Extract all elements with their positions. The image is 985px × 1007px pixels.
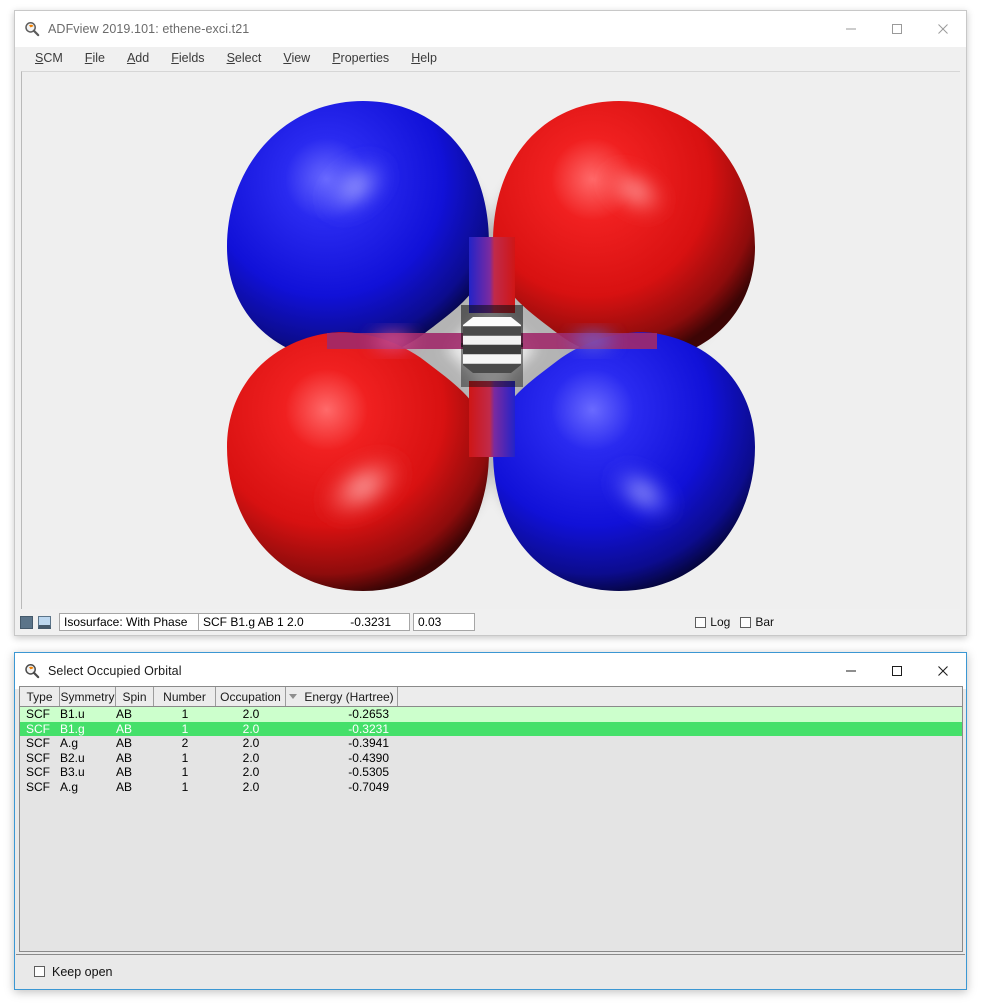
column-header-energy[interactable]: Energy (Hartree) [286, 687, 398, 706]
adfview-title: ADFview 2019.101: ethene-exci.t21 [48, 22, 250, 36]
menubar: SCM File Add Fields Select View Properti… [15, 47, 966, 69]
column-header-occupation[interactable]: Occupation [216, 687, 286, 706]
molecule-viewport[interactable] [21, 71, 960, 617]
bar-label: Bar [755, 615, 774, 629]
cell-number: 2 [181, 736, 189, 751]
cell-spin: AB [116, 750, 133, 765]
select-window-controls [828, 653, 966, 689]
keep-open-checkbox[interactable] [34, 966, 45, 977]
maximize-icon[interactable] [874, 653, 920, 689]
cell-type: SCF [26, 707, 50, 722]
table-row[interactable]: SCF A.g AB 1 2.0 -0.7049 [20, 780, 962, 795]
menu-file[interactable]: File [85, 51, 105, 65]
adfview-window: ADFview 2019.101: ethene-exci.t21 SCM Fi… [14, 10, 967, 636]
cell-occupation: 2.0 [242, 750, 260, 765]
menu-scm[interactable]: SCM [35, 51, 63, 65]
cell-occupation: 2.0 [242, 765, 260, 780]
cell-number: 1 [181, 707, 189, 722]
column-header-energy-label: Energy (Hartree) [304, 689, 394, 704]
cell-number: 1 [181, 721, 189, 736]
table-row[interactable]: SCF B1.u AB 1 2.0 -0.2653 [20, 707, 962, 722]
isovalue-input[interactable]: 0.03 [413, 613, 475, 631]
menu-help[interactable]: Help [411, 51, 437, 65]
menu-select[interactable]: Select [227, 51, 262, 65]
isosurface-field[interactable]: Isosurface: With Phase [59, 613, 199, 631]
select-occupied-orbital-window: Select Occupied Orbital Type Symmetry Sp… [14, 652, 967, 990]
cell-occupation: 2.0 [242, 721, 260, 736]
menu-properties[interactable]: Properties [332, 51, 389, 65]
adfview-titlebar[interactable]: ADFview 2019.101: ethene-exci.t21 [15, 11, 966, 47]
select-window-footer: Keep open [16, 954, 965, 988]
select-window-titlebar[interactable]: Select Occupied Orbital [15, 653, 966, 689]
table-row[interactable]: SCF B3.u AB 1 2.0 -0.5305 [20, 765, 962, 780]
cell-symmetry: A.g [60, 736, 79, 751]
column-header-type[interactable]: Type [20, 687, 60, 706]
orbital-list[interactable]: Type Symmetry Spin Number Occupation Ene… [19, 686, 963, 952]
cell-energy: -0.7049 [348, 779, 389, 794]
cell-spin: AB [116, 765, 133, 780]
cell-spin: AB [116, 721, 133, 736]
screen: ADFview 2019.101: ethene-exci.t21 SCM Fi… [0, 0, 985, 1007]
orbital-list-body: SCF B1.u AB 1 2.0 -0.2653 SCF B1.g AB 1 … [20, 707, 962, 951]
cell-type: SCF [26, 765, 50, 780]
magnifier-icon [24, 663, 40, 679]
column-header-number[interactable]: Number [154, 687, 216, 706]
cell-symmetry: B3.u [60, 765, 85, 780]
orbital-label-text: SCF B1.g AB 1 2.0 [203, 615, 304, 629]
cell-occupation: 2.0 [242, 736, 260, 751]
orbital-list-header: Type Symmetry Spin Number Occupation Ene… [20, 687, 962, 707]
column-header-spin[interactable]: Spin [116, 687, 154, 706]
menu-view[interactable]: View [283, 51, 310, 65]
cell-energy: -0.3231 [348, 721, 389, 736]
orbital-label-field[interactable]: SCF B1.g AB 1 2.0 -0.3231 [198, 613, 410, 631]
sort-descending-icon [289, 694, 298, 699]
minimize-icon[interactable] [828, 653, 874, 689]
cell-symmetry: A.g [60, 779, 79, 794]
cell-energy: -0.2653 [348, 707, 389, 722]
viewer-statusbar: Isosurface: With Phase SCF B1.g AB 1 2.0… [15, 609, 966, 635]
orbital-energy-text: -0.3231 [350, 615, 391, 629]
column-header-filler [398, 687, 962, 706]
keep-open-label: Keep open [52, 964, 113, 979]
cell-occupation: 2.0 [242, 707, 260, 722]
scene-toggle-dark-button[interactable] [20, 615, 33, 629]
menu-add[interactable]: Add [127, 51, 149, 65]
statusbar-options: Log Bar [695, 615, 966, 629]
atom-stripes [463, 316, 521, 373]
log-label: Log [710, 615, 731, 629]
cell-spin: AB [116, 736, 133, 751]
table-row[interactable]: SCF B1.g AB 1 2.0 -0.3231 [20, 721, 962, 736]
magnifier-icon [24, 21, 40, 37]
cell-spin: AB [116, 779, 133, 794]
cell-number: 1 [181, 779, 189, 794]
cell-energy: -0.4390 [348, 750, 389, 765]
bar-checkbox[interactable] [740, 616, 752, 628]
cell-type: SCF [26, 750, 50, 765]
cell-type: SCF [26, 736, 50, 751]
close-icon[interactable] [920, 11, 966, 47]
orbital-isosurface [211, 95, 771, 595]
log-checkbox[interactable] [695, 616, 707, 628]
cell-number: 1 [181, 750, 189, 765]
adfview-window-controls [828, 11, 966, 47]
cell-symmetry: B1.u [60, 707, 85, 722]
cell-symmetry: B2.u [60, 750, 85, 765]
cell-energy: -0.5305 [348, 765, 389, 780]
table-row[interactable]: SCF B2.u AB 1 2.0 -0.4390 [20, 751, 962, 766]
column-header-symmetry[interactable]: Symmetry [60, 687, 116, 706]
minimize-icon[interactable] [828, 11, 874, 47]
cell-type: SCF [26, 779, 50, 794]
menu-fields[interactable]: Fields [171, 51, 204, 65]
table-row[interactable]: SCF A.g AB 2 2.0 -0.3941 [20, 736, 962, 751]
maximize-icon[interactable] [874, 11, 920, 47]
cell-energy: -0.3941 [348, 736, 389, 751]
cell-spin: AB [116, 707, 133, 722]
cell-symmetry: B1.g [60, 721, 85, 736]
close-icon[interactable] [920, 653, 966, 689]
select-window-title: Select Occupied Orbital [48, 664, 182, 678]
cell-number: 1 [181, 765, 189, 780]
cell-type: SCF [26, 721, 50, 736]
cell-occupation: 2.0 [242, 779, 260, 794]
scene-toggle-light-button[interactable] [38, 615, 51, 629]
